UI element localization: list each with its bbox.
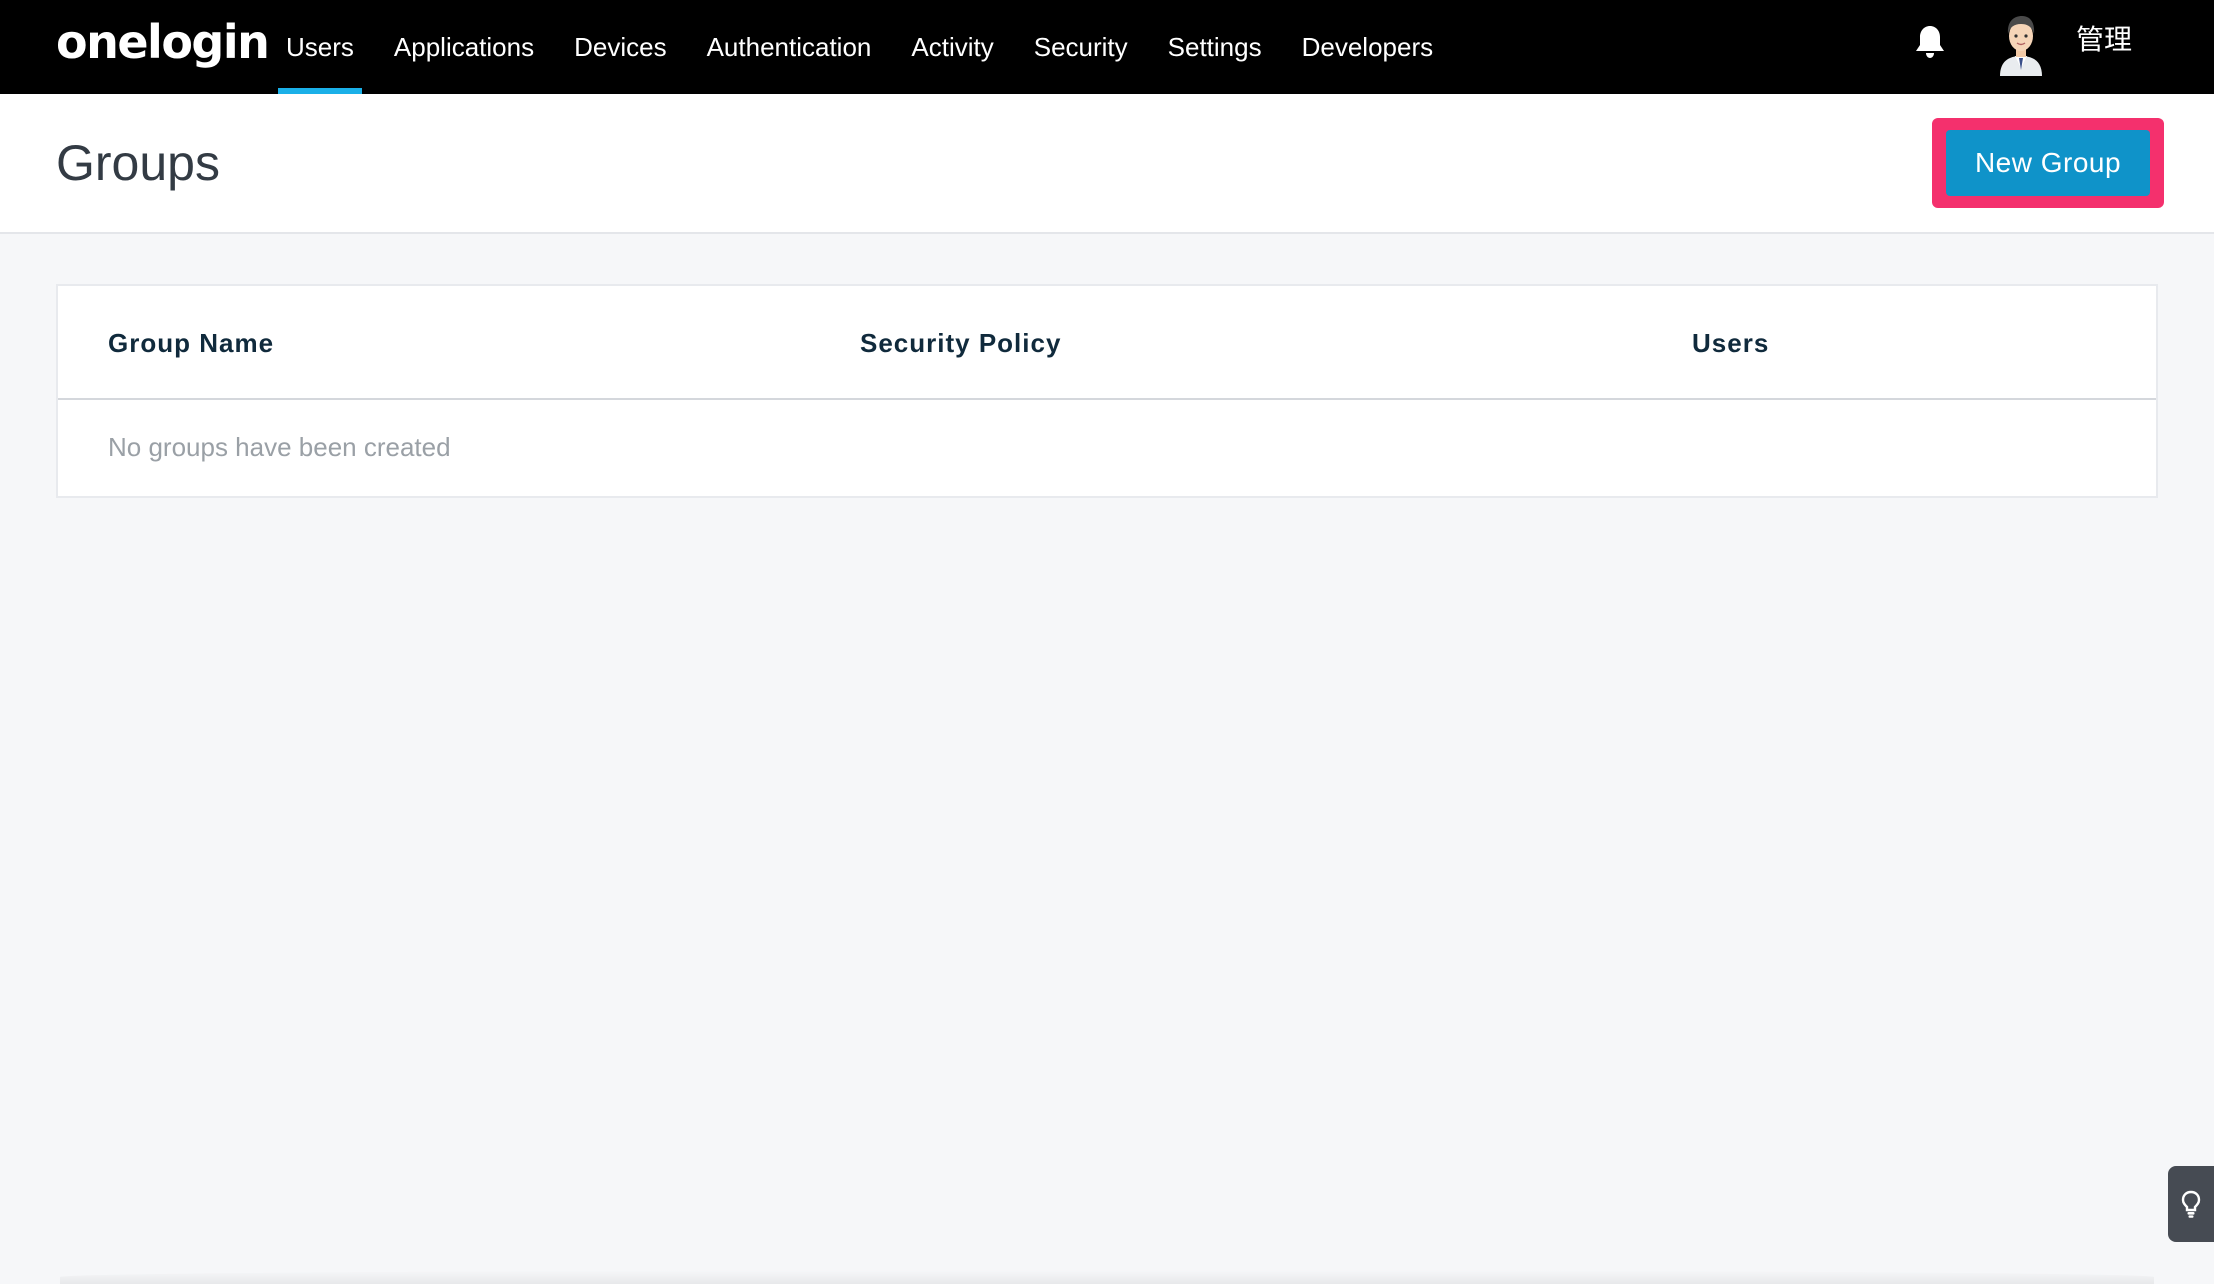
- column-header-security-policy[interactable]: Security Policy: [860, 326, 1061, 360]
- nav-item-devices[interactable]: Devices: [554, 0, 686, 94]
- nav-item-security[interactable]: Security: [1014, 0, 1148, 94]
- column-header-group-name[interactable]: Group Name: [108, 326, 274, 360]
- empty-state-message: No groups have been created: [108, 432, 451, 462]
- bottom-shadow: [60, 1270, 2154, 1284]
- column-header-users[interactable]: Users: [1692, 326, 1769, 360]
- groups-table: Group Name Security Policy Users No grou…: [56, 284, 2158, 498]
- nav-item-applications[interactable]: Applications: [374, 0, 554, 94]
- main-nav: Users Applications Devices Authenticatio…: [266, 0, 1453, 94]
- lightbulb-icon: [2181, 1190, 2201, 1218]
- page-header: Groups New Group: [0, 94, 2214, 234]
- onelogin-logo[interactable]: onelogin: [56, 12, 270, 72]
- bell-icon[interactable]: [1914, 24, 1946, 60]
- table-header-row: Group Name Security Policy Users: [58, 286, 2156, 400]
- help-tab[interactable]: [2168, 1166, 2214, 1242]
- top-navigation-bar: onelogin Users Applications Devices Auth…: [0, 0, 2214, 94]
- nav-item-settings[interactable]: Settings: [1148, 0, 1282, 94]
- user-name[interactable]: 管理: [2076, 20, 2132, 60]
- nav-item-developers[interactable]: Developers: [1282, 0, 1454, 94]
- page-title: Groups: [56, 135, 220, 191]
- new-group-button[interactable]: New Group: [1946, 130, 2150, 196]
- user-avatar[interactable]: [1996, 12, 2046, 76]
- nav-item-activity[interactable]: Activity: [891, 0, 1013, 94]
- nav-item-users[interactable]: Users: [266, 0, 374, 94]
- nav-item-authentication[interactable]: Authentication: [687, 0, 892, 94]
